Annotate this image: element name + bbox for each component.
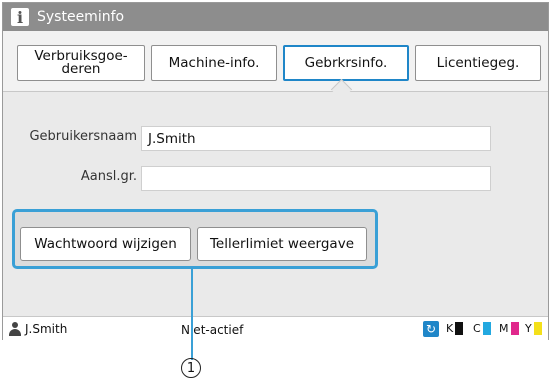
tab-license-info[interactable]: Licentiegeg. — [415, 45, 541, 81]
change-password-button[interactable]: Wachtwoord wijzigen — [20, 227, 191, 261]
status-username: J.Smith — [25, 322, 68, 336]
username-label: Gebruikersnaam — [29, 129, 137, 144]
user-icon — [9, 322, 21, 336]
tab-machine-info[interactable]: Machine-info. — [151, 45, 277, 81]
ink-level-k: K — [446, 322, 464, 335]
info-icon: i — [11, 8, 29, 27]
counter-limit-button[interactable]: Tellerlimiet weergave — [197, 227, 367, 261]
username-field: J.Smith — [141, 126, 491, 151]
window-title: Systeeminfo — [37, 9, 125, 25]
tab-bar: Verbruiksgoe- deren Machine-info. Gebrkr… — [3, 31, 548, 92]
tab-user-info[interactable]: Gebrkrsinfo. — [283, 45, 409, 81]
refresh-icon: ↻ — [423, 321, 439, 337]
group-label: Aansl.gr. — [80, 169, 137, 184]
tab-consumables[interactable]: Verbruiksgoe- deren — [17, 45, 145, 81]
title-bar: i Systeeminfo — [3, 3, 548, 31]
group-field — [141, 166, 491, 191]
system-info-screen: i Systeeminfo Verbruiksgoe- deren Machin… — [2, 2, 549, 341]
status-bar: J.Smith Niet-actief ↻ K C M Y — [3, 316, 548, 341]
ink-level-y: Y — [525, 322, 542, 335]
callout-line — [191, 266, 193, 360]
ink-level-m: M — [499, 322, 519, 335]
callout-number: 1 — [181, 358, 201, 378]
ink-level-c: C — [473, 322, 491, 335]
